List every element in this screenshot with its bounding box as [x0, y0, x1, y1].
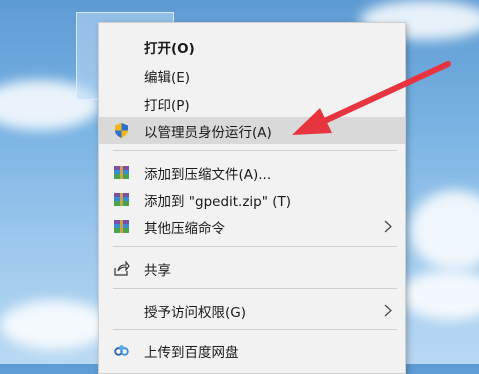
red-arrow-annotation: [292, 61, 451, 135]
